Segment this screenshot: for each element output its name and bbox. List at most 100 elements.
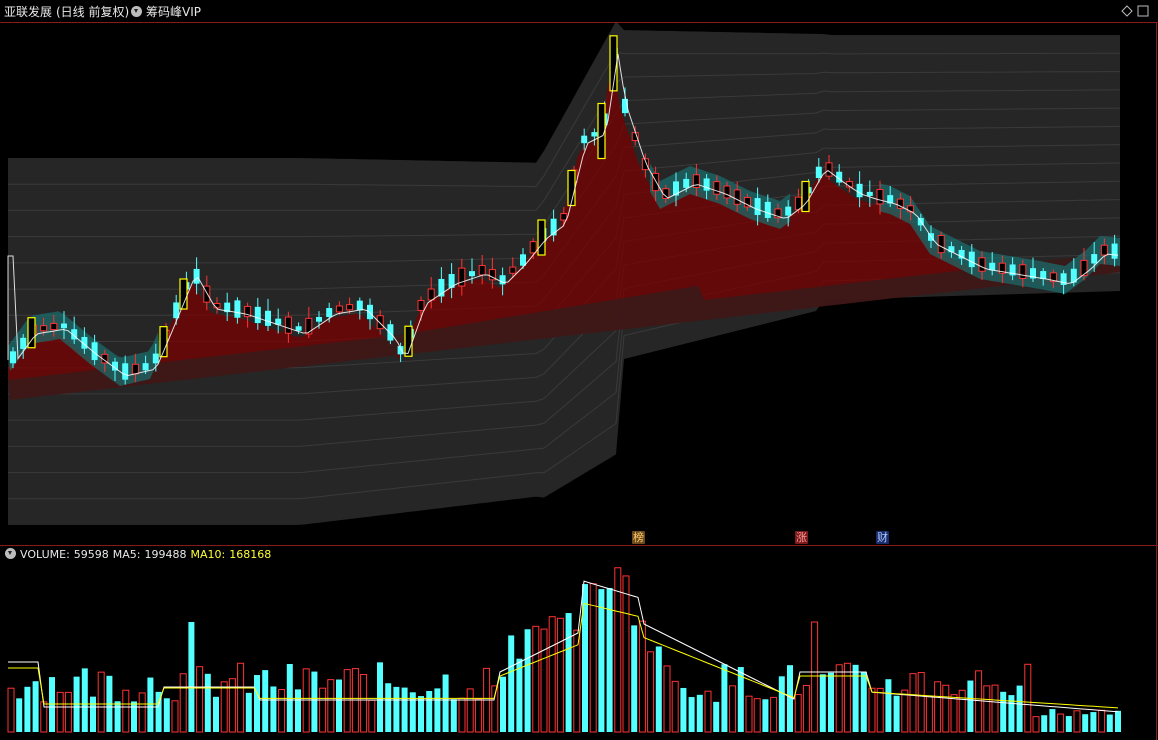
volume-bar-down [311,671,318,732]
volume-bar-up [122,689,130,733]
volume-bar-down [508,635,515,732]
candle-body-up [713,181,721,195]
volume-bar-up [237,662,245,733]
volume-bar-down [114,701,121,732]
candle-body-down [326,308,333,318]
volume-bar-up [278,689,286,733]
volume-bar-up [474,698,482,733]
volume-bar-up [220,681,228,733]
volume-bar-up [56,691,64,733]
volume-bar-up [1032,716,1040,733]
volume-bar-down [245,692,252,732]
volume-bar-up [794,694,802,733]
volume-bar-down [385,683,392,732]
candle-body-up [40,325,48,332]
volume-bar-up [360,674,368,733]
candle-body-up [284,316,292,334]
candle-body-up [723,185,731,199]
candle-body-up [1019,264,1027,279]
volume-bar-up [745,695,753,733]
volume-bar-up [925,696,933,733]
volume-bar-up [868,687,876,733]
volume-bar-down [16,698,23,732]
candle-body-up [417,300,425,311]
volume-bar-up [770,696,778,733]
volume-bar-down [1090,712,1097,732]
volume-bar-down [262,670,269,732]
candle-body-up [427,288,435,301]
volume-bar-down [778,676,785,732]
volume-bar-down [860,671,867,732]
candle-body-up [478,265,486,276]
tag-limit-up[interactable]: 涨 [795,531,808,544]
volume-bar-down [426,690,433,732]
volume-bar-down [401,687,408,732]
volume-bar-up [171,700,179,733]
candle-body-down [316,316,322,322]
volume-bar-up [7,687,15,733]
volume-dropdown-icon[interactable] [5,548,16,559]
tag-finance[interactable]: 财 [876,531,889,544]
volume-bar-up [548,616,556,733]
candle-body-up [529,241,537,254]
ma10-label: MA10: [190,548,226,561]
volume-bar-up [663,665,671,733]
candle-body-down [142,363,149,371]
volume-bar-down [254,675,260,732]
candle-body-down [785,206,792,216]
volume-bar-down [1115,710,1121,732]
candle-body-down [254,306,261,324]
candle-body-down [61,323,67,329]
volume-bar-down [393,686,400,732]
volume-bar-down [967,680,974,732]
volume-bar-down [1049,709,1056,732]
panel-divider [0,545,1158,546]
volume-bar-up [753,698,761,733]
chip-distribution-background [8,21,1121,525]
volume-bar-up [1073,710,1081,733]
volume-bar-down [450,699,457,732]
volume-bar-down [434,688,441,732]
candle-body-down [234,300,241,318]
volume-bar-down [524,629,531,732]
volume-bar-up [179,673,187,733]
volume-bar-down [1000,691,1007,732]
volume-bar-down [131,701,137,732]
volume-bar-down [418,696,424,732]
candle-body-down [295,326,302,331]
volume-bar-down [204,673,211,732]
volume-bar-down [885,679,892,732]
candle-body-down [20,337,27,349]
candle-body-down [866,191,873,196]
limit-up-candle [597,102,606,160]
volume-bar-up [647,651,655,733]
candle-body-down [1091,254,1098,264]
candle-body-down [968,251,975,268]
volume-bar-up [671,680,679,733]
candle-body-down [499,275,506,285]
limit-up-candle [801,180,810,213]
volume-bar-up [319,687,327,733]
candle-body-up [937,234,945,254]
volume-bar-up [942,684,950,733]
volume-bar-down [721,664,728,732]
right-border [1156,22,1157,740]
volume-bar-up [917,672,925,733]
volume-bar-up [466,688,474,733]
volume-bar-up [532,625,540,733]
volume-bar-up [458,697,466,733]
candle-body-down [989,262,996,271]
candle-body-down [387,324,394,341]
candle-body-up [376,315,384,330]
candle-body-up [876,188,884,205]
volume-bar-down [1065,716,1072,732]
candle-body-down [754,198,761,215]
tag-rank[interactable]: 榜 [632,531,645,544]
volume-bar-up [802,684,810,733]
volume-bar-up [934,681,942,733]
volume-bar-up [950,694,958,733]
volume-bar-up [1057,713,1065,733]
volume-bar-down [828,672,834,732]
volume-header: VOLUME: 59598 MA5: 199488 MA10: 168168 [0,547,275,563]
volume-bar-down [295,689,301,732]
